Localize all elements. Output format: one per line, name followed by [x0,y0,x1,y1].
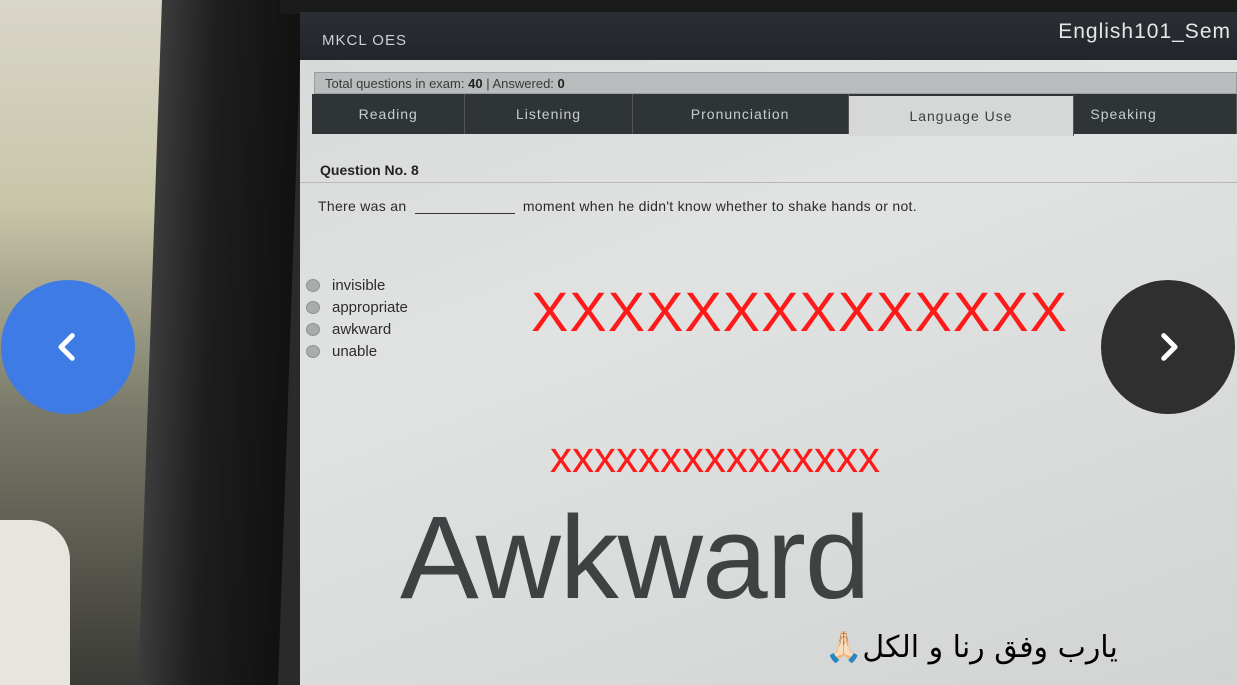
exam-name: English101_Sem [1058,20,1231,43]
question-divider [300,182,1237,183]
tab-listening[interactable]: Listening [465,94,633,134]
tab-reading[interactable]: Reading [312,94,466,134]
overlay-mark-small: xxxxxxxxxxxxxxx [550,433,880,482]
answer-blank [414,197,515,214]
question-text: There was an moment when he didn't know … [318,197,917,214]
carousel-prev-button[interactable] [1,280,135,414]
radio-button[interactable] [306,300,320,314]
carousel-next-button[interactable] [1101,280,1235,414]
app-header: MKCL OES English101_Sem [300,12,1237,60]
total-questions-value: 40 [468,76,483,91]
background-person [0,520,70,685]
option-label: unable [332,342,378,360]
option-unable[interactable]: unable [306,340,408,362]
radio-button[interactable] [306,344,320,358]
section-tabs: Reading Listening Pronunciation Language… [312,94,1237,136]
question-title: Question No. 8 [320,162,419,178]
tab-speaking[interactable]: Speaking [1074,94,1237,134]
answered-label: Answered: [492,76,554,91]
chevron-right-icon [1161,333,1178,361]
radio-button[interactable] [306,278,320,292]
overlay-mark-large: XXXXXXXXXXXXXX [531,280,1068,343]
radio-button[interactable] [306,322,320,336]
question-text-after: moment when he didn't know whether to sh… [522,198,917,214]
option-label: invisible [332,276,386,294]
answered-value: 0 [557,76,565,91]
option-invisible[interactable]: invisible [306,274,408,296]
info-separator: | [486,76,490,91]
option-awkward[interactable]: awkward [306,318,408,340]
monitor-bezel [138,0,302,685]
question-text-before: There was an [318,198,407,214]
brand-logo: MKCL OES [322,32,407,49]
exam-info-bar: Total questions in exam: 40 | Answered: … [314,72,1237,94]
overlay-caption: يارب وفق رنا و الكل🙏🏻 [825,630,1118,665]
option-label: awkward [332,320,392,338]
answer-options: invisible appropriate awkward unable [306,274,408,362]
option-label: appropriate [332,298,408,316]
tab-language-use[interactable]: Language Use [848,94,1075,136]
option-appropriate[interactable]: appropriate [306,296,408,318]
overlay-answer: Awkward [400,492,871,624]
total-questions-label: Total questions in exam: [325,76,465,91]
tab-pronunciation[interactable]: Pronunciation [632,94,849,134]
chevron-left-icon [58,333,75,361]
